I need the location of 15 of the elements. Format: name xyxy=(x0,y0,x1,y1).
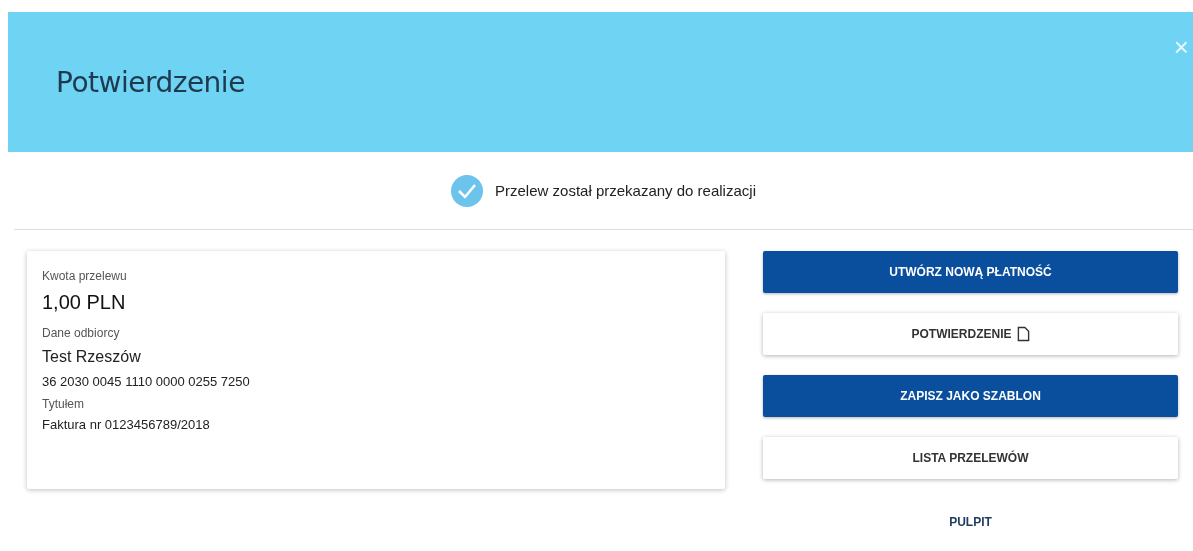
dashboard-link[interactable]: PULPIT xyxy=(940,507,1001,537)
field-label: Kwota przelewu xyxy=(42,269,128,283)
field-label: Tytułem xyxy=(42,397,85,411)
status-message: Przelew został przekazany do realizacji xyxy=(495,182,756,199)
field-value: 36 2030 0045 1110 0000 0255 7250 xyxy=(42,374,251,389)
action-button[interactable]: POTWIERDZENIE xyxy=(763,313,1178,355)
field-label: Dane odbiorcy xyxy=(42,326,121,340)
action-button[interactable]: UTWÓRZ NOWĄ PŁATNOŚĆ xyxy=(763,251,1178,293)
field-value: Faktura nr 0123456789/2018 xyxy=(42,417,211,432)
recipient-name: Test Rzeszów xyxy=(42,348,142,366)
amount-value: 1,00 PLN xyxy=(42,291,127,314)
dialog-title: Potwierdzenie xyxy=(56,65,245,99)
check-circle-icon xyxy=(451,174,483,207)
action-button[interactable]: ZAPISZ JAKO SZABLON xyxy=(763,375,1178,417)
action-button[interactable]: LISTA PRZELEWÓW xyxy=(763,437,1178,479)
